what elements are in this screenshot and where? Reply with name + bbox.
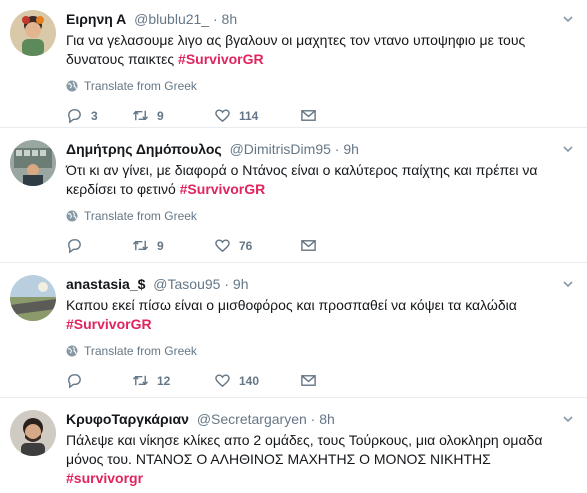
direct-message-button[interactable]: [300, 237, 317, 254]
globe-icon: [66, 345, 78, 357]
globe-icon: [66, 210, 78, 222]
tweet-actions: 3 9 114: [66, 107, 573, 124]
tweet-text-body: Πάλεψε και νίκησε κλίκες απο 2 ομάδες, τ…: [66, 432, 543, 467]
retweet-count: 12: [157, 373, 171, 388]
separator-dot: ·: [310, 411, 316, 427]
tweet-actions: 9 76: [66, 237, 573, 254]
reply-icon: [68, 109, 81, 124]
reply-icon: [68, 374, 81, 389]
envelope-icon: [301, 240, 316, 251]
chevron-down-icon[interactable]: [561, 277, 575, 291]
like-count: 114: [239, 108, 259, 123]
hashtag-link[interactable]: #SurvivorGR: [178, 51, 264, 67]
separator-dot: ·: [224, 276, 230, 292]
like-count: 76: [239, 238, 253, 253]
chevron-down-icon[interactable]: [561, 12, 575, 26]
heart-icon: [215, 374, 230, 388]
reply-button[interactable]: [66, 372, 132, 389]
tweet-actions: 12 140: [66, 372, 573, 389]
author-handle[interactable]: @Tasou95: [153, 276, 220, 292]
tweet[interactable]: Ειρηνη Α @blublu21_ · 8h Για να γελασουμ…: [0, 0, 587, 128]
translate-label[interactable]: Translate from Greek: [84, 209, 197, 223]
tweet-text: Για να γελασουμε λιγο ας βγαλουν οι μαχη…: [66, 31, 573, 69]
retweet-button[interactable]: 12: [132, 372, 214, 389]
tweet-text: Πάλεψε και νίκησε κλίκες απο 2 ομάδες, τ…: [66, 431, 573, 488]
chevron-down-icon[interactable]: [561, 412, 575, 426]
tweet-header: ΚρυφοΤαργκάριαν @Secretargaryen · 8h: [66, 410, 573, 428]
tweet-header: Δημήτρης Δημόπουλος @DimitrisDim95 · 9h: [66, 140, 573, 158]
envelope-icon: [301, 375, 316, 386]
direct-message-button[interactable]: [300, 372, 317, 389]
tweet-header: anastasia_$ @Tasou95 · 9h: [66, 275, 573, 293]
heart-icon: [215, 239, 230, 253]
tweet-text: Ότι κι αν γίνει, με διαφορά ο Ντάνος είν…: [66, 161, 573, 199]
tweet-header: Ειρηνη Α @blublu21_ · 8h: [66, 10, 573, 28]
reply-button[interactable]: [66, 237, 132, 254]
hashtag-link[interactable]: #SurvivorGR: [180, 181, 266, 197]
reply-button[interactable]: 3: [66, 107, 132, 124]
translate-label[interactable]: Translate from Greek: [84, 79, 197, 93]
like-button[interactable]: 76: [214, 237, 300, 254]
tweet-text-body: Ότι κι αν γίνει, με διαφορά ο Ντάνος είν…: [66, 162, 538, 197]
tweet[interactable]: ΚρυφοΤαργκάριαν @Secretargaryen · 8h Πάλ…: [0, 398, 587, 493]
envelope-icon: [301, 110, 316, 121]
translate-link[interactable]: Translate from Greek: [66, 209, 573, 223]
tweet-time[interactable]: 8h: [222, 11, 238, 27]
retweet-icon: [132, 110, 149, 121]
chevron-down-icon[interactable]: [561, 142, 575, 156]
separator-dot: ·: [212, 11, 218, 27]
author-name[interactable]: Δημήτρης Δημόπουλος: [66, 141, 222, 157]
translate-link[interactable]: Translate from Greek: [66, 344, 573, 358]
retweet-icon: [132, 375, 149, 386]
reply-icon: [68, 239, 81, 254]
like-count: 140: [239, 373, 260, 388]
retweet-icon: [132, 240, 149, 251]
translate-label[interactable]: Translate from Greek: [84, 344, 197, 358]
tweet-text-body: Καπου εκεί πίσω είναι ο μισθοφόρος και π…: [66, 297, 517, 313]
tweet-time[interactable]: 9h: [343, 141, 359, 157]
retweet-count: 9: [157, 238, 164, 253]
like-button[interactable]: 140: [214, 372, 300, 389]
tweet-text-body: Για να γελασουμε λιγο ας βγαλουν οι μαχη…: [66, 32, 526, 67]
avatar[interactable]: [10, 10, 56, 56]
author-handle[interactable]: @DimitrisDim95: [230, 141, 331, 157]
author-handle[interactable]: @Secretargaryen: [197, 411, 307, 427]
heart-icon: [215, 109, 230, 123]
tweet-text: Καπου εκεί πίσω είναι ο μισθοφόρος και π…: [66, 296, 573, 334]
retweet-count: 9: [157, 108, 164, 123]
globe-icon: [66, 80, 78, 92]
reply-count: 3: [91, 108, 98, 123]
tweet-time[interactable]: 9h: [233, 276, 249, 292]
author-name[interactable]: Ειρηνη Α: [66, 11, 126, 27]
author-name[interactable]: anastasia_$: [66, 276, 145, 292]
hashtag-link[interactable]: #survivorgr: [66, 470, 143, 486]
author-name[interactable]: ΚρυφοΤαργκάριαν: [66, 411, 189, 427]
retweet-button[interactable]: 9: [132, 107, 214, 124]
retweet-button[interactable]: 9: [132, 237, 214, 254]
translate-link[interactable]: Translate from Greek: [66, 79, 573, 93]
avatar[interactable]: [10, 275, 56, 321]
author-handle[interactable]: @blublu21_: [134, 11, 209, 27]
direct-message-button[interactable]: [300, 107, 317, 124]
hashtag-link[interactable]: #SurvivorGR: [66, 316, 152, 332]
tweet[interactable]: anastasia_$ @Tasou95 · 9h Καπου εκεί πίσ…: [0, 263, 587, 398]
tweet-feed: Ειρηνη Α @blublu21_ · 8h Για να γελασουμ…: [0, 0, 587, 493]
tweet[interactable]: Δημήτρης Δημόπουλος @DimitrisDim95 · 9h …: [0, 128, 587, 263]
tweet-time[interactable]: 8h: [319, 411, 335, 427]
avatar[interactable]: [10, 140, 56, 186]
like-button[interactable]: 114: [214, 107, 300, 124]
avatar[interactable]: [10, 410, 56, 456]
separator-dot: ·: [334, 141, 340, 157]
